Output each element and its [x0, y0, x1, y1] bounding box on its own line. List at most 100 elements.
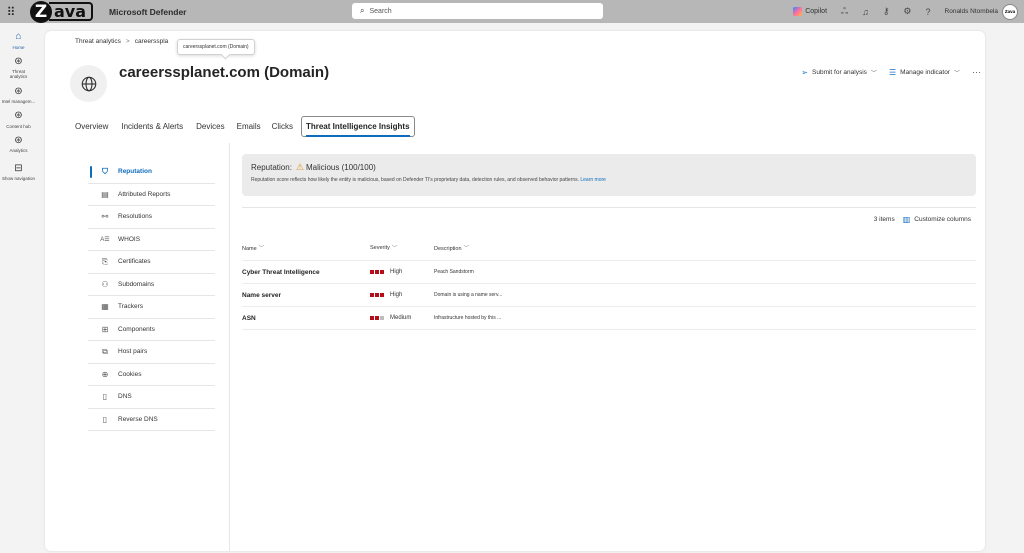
breadcrumb: Threat analytics > careersspla [75, 38, 168, 45]
bell-icon[interactable]: ♫ [862, 7, 869, 17]
warning-icon: ⚠ [295, 162, 304, 172]
row-description: Domain is using a name serv... [434, 292, 503, 298]
product-name[interactable]: Microsoft Defender [109, 7, 186, 17]
nav-item-certificates[interactable]: ⎘ Certificates [88, 251, 215, 274]
copilot-icon [793, 7, 803, 16]
tab-emails[interactable]: Emails [237, 118, 261, 135]
breadcrumb-current[interactable]: careersspla [135, 38, 169, 45]
nav-item-resolutions[interactable]: ⚯ Resolutions [88, 206, 215, 229]
search-input[interactable]: ⌕ Search [352, 3, 603, 19]
insights-nav: ⛉ Reputation ▤ Attributed Reports ⚯ Reso… [88, 161, 215, 431]
nav-item-whois[interactable]: A☰ WHOIS [88, 229, 215, 251]
severity-medium-icon [370, 316, 385, 320]
reputation-banner: Reputation: ⚠ Malicious (100/100) Reputa… [242, 154, 976, 196]
dns-icon: ▯ [102, 392, 108, 402]
tab-devices[interactable]: Devices [196, 118, 224, 135]
tab-bar: Overview Incidents & Alerts Devices Emai… [75, 116, 428, 137]
columns-icon: ▥ [902, 215, 911, 224]
reputation-verdict: Reputation: ⚠ Malicious (100/100) [251, 162, 376, 172]
tab-threat-intelligence-insights[interactable]: Threat Intelligence Insights [300, 116, 415, 137]
analytics-icon: ⊛ [14, 134, 23, 146]
nav-item-host-pairs[interactable]: ⧉ Host pairs [88, 341, 215, 364]
row-description: Infrastructure hosted by this ... [434, 315, 502, 321]
copilot-button[interactable]: Copilot [793, 7, 827, 16]
send-icon: ➢ [801, 67, 808, 77]
page-title: careerssplanet.com (Domain) [119, 64, 330, 81]
avatar[interactable]: Zava [1002, 3, 1018, 20]
manage-indicator-button[interactable]: ☰ Manage indicator ﹀ [889, 68, 960, 77]
chevron-down-icon: ﹀ [870, 70, 877, 77]
severity-high-icon [370, 270, 385, 274]
nav-item-dns[interactable]: ▯ DNS [88, 386, 215, 409]
tab-incidents-alerts[interactable]: Incidents & Alerts [121, 118, 183, 135]
nav-item-components[interactable]: ⊞ Components [88, 319, 215, 341]
table-header: Name ﹀ Severity ﹀ Description ﹀ [242, 235, 976, 261]
table-row[interactable]: ASN Medium Infrastructure hosted by this… [242, 307, 976, 330]
rail-item-show-navigation[interactable]: ⊟ Show navigation [0, 163, 37, 182]
home-icon: ⌂ [15, 31, 22, 42]
nav-item-subdomains[interactable]: ⚇ Subdomains [88, 274, 215, 296]
key-icon[interactable]: ⚷ [883, 6, 890, 17]
table-row[interactable]: Name server High Domain is using a name … [242, 284, 976, 307]
chevron-down-icon: ﹀ [953, 70, 960, 77]
submit-for-analysis-button[interactable]: ➢ Submit for analysis ﹀ [801, 68, 877, 77]
tab-clicks[interactable]: Clicks [272, 118, 293, 135]
gear-icon[interactable]: ⚙ [903, 6, 911, 17]
row-severity: High [370, 292, 434, 298]
action-bar: ➢ Submit for analysis ﹀ ☰ Manage indicat… [801, 67, 985, 77]
entity-icon [70, 65, 107, 102]
nav-item-cookies[interactable]: ⊕ Cookies [88, 364, 215, 386]
whois-icon: A☰ [100, 236, 110, 243]
row-name[interactable]: Name server [242, 292, 370, 299]
severity-high-icon [370, 293, 385, 297]
column-header-name[interactable]: Name ﹀ [242, 244, 370, 252]
table-row[interactable]: Cyber Threat Intelligence High Peach San… [242, 261, 976, 284]
row-name[interactable]: Cyber Threat Intelligence [242, 269, 370, 276]
left-rail: ⌂ Home ⊛ Threat analytics ⊛ Intel manage… [0, 23, 37, 553]
customize-columns-button[interactable]: ▥ Customize columns [903, 215, 971, 224]
column-header-severity[interactable]: Severity ﹀ [370, 244, 434, 252]
reputation-description: Reputation score reflects how likely the… [251, 177, 606, 183]
row-description: Peach Sandstorm [434, 269, 474, 275]
tab-overview[interactable]: Overview [75, 118, 108, 135]
chevron-down-icon: ﹀ [391, 245, 398, 252]
certificate-icon: ⎘ [101, 256, 109, 266]
row-name[interactable]: ASN [242, 315, 370, 322]
resolutions-icon: ⚯ [101, 212, 109, 222]
search-placeholder: Search [369, 7, 392, 15]
help-icon[interactable]: ? [926, 7, 931, 17]
app-launcher-icon[interactable]: ⠿ [0, 0, 22, 23]
rail-item-analytics[interactable]: ⊛ Analytics [0, 135, 37, 154]
nav-item-reputation[interactable]: ⛉ Reputation [88, 161, 215, 184]
show-navigation-icon: ⊟ [14, 162, 23, 174]
search-icon: ⌕ [360, 6, 365, 15]
nav-item-reverse-dns[interactable]: ▯ Reverse DNS [88, 409, 215, 431]
components-icon: ⊞ [101, 324, 109, 334]
zava-logo[interactable]: Z ava [30, 0, 94, 23]
nav-item-trackers[interactable]: ▦ Trackers [88, 296, 215, 319]
breadcrumb-tooltip: careerssplanet.com (Domain) [177, 39, 255, 55]
vertical-divider [229, 143, 230, 551]
list-toolbar: 3 items ▥ Customize columns [874, 215, 971, 224]
rail-item-content-hub[interactable]: ⊛ Content hub [0, 110, 37, 129]
reverse-dns-icon: ▯ [102, 414, 108, 424]
column-header-description[interactable]: Description ﹀ [434, 244, 976, 252]
org-icon[interactable]: ஃ [841, 6, 848, 18]
rail-item-home[interactable]: ⌂ Home [0, 31, 37, 50]
section-divider [242, 207, 976, 208]
more-icon[interactable]: ··· [972, 67, 981, 77]
chevron-down-icon: ﹀ [258, 245, 265, 252]
learn-more-link[interactable]: Learn more [580, 177, 606, 183]
row-severity: High [370, 269, 434, 275]
rail-item-threat-analytics[interactable]: ⊛ Threat analytics [0, 56, 37, 80]
user-name[interactable]: Ronalds Ntombela [945, 8, 998, 15]
globe-icon [81, 76, 96, 91]
trackers-icon: ▦ [101, 302, 109, 312]
shield-icon: ⛉ [102, 166, 108, 176]
breadcrumb-threat-analytics[interactable]: Threat analytics [75, 38, 121, 45]
rail-item-intel-management[interactable]: ⊛ Intel managem... [0, 86, 37, 105]
reputation-table: Name ﹀ Severity ﹀ Description ﹀ Cyber Threa… [242, 235, 976, 330]
nav-item-attributed-reports[interactable]: ▤ Attributed Reports [88, 184, 215, 206]
host-pairs-icon: ⧉ [102, 346, 108, 356]
globe-icon: ⊕ [101, 369, 109, 379]
